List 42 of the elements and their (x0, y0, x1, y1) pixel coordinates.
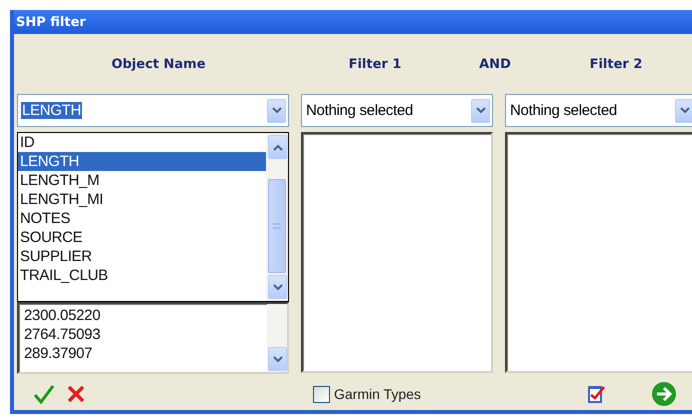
chevron-down-icon (272, 284, 282, 290)
filter-dropdown[interactable]: Nothing selected (505, 94, 692, 127)
list-item[interactable]: LENGTH_M (18, 171, 266, 190)
scroll-up-icon (272, 144, 282, 150)
list-item[interactable]: SUPPLIER (18, 247, 266, 266)
scrollbar[interactable] (266, 133, 288, 301)
chevron-down-icon (680, 107, 690, 114)
dropdown-arrow-button[interactable] (267, 98, 286, 122)
filter-list[interactable] (301, 132, 493, 373)
chevron-down-icon (272, 107, 282, 114)
close-icon[interactable] (67, 385, 85, 403)
filter-list[interactable] (505, 132, 692, 373)
checkmark-icon[interactable] (33, 383, 55, 405)
list-item[interactable]: 2300.05220 (22, 306, 267, 325)
scroll-down-button[interactable] (268, 347, 287, 371)
garmin-types-checkbox[interactable]: Garmin Types (301, 386, 501, 402)
chevron-down-icon (272, 356, 282, 362)
list-item[interactable]: 2764.75093 (22, 325, 267, 344)
dropdown-arrow-button[interactable] (675, 98, 692, 122)
window-title: SHP filter (16, 14, 86, 30)
scrollbar[interactable] (267, 304, 287, 372)
grip-icon (273, 223, 281, 229)
list-item[interactable]: SOURCE (18, 228, 266, 247)
dropdown-arrow-button[interactable] (471, 98, 490, 122)
column-heading: Object Name (111, 56, 206, 72)
column-heading: Filter 2 (590, 56, 642, 72)
list-item[interactable]: NOTES (18, 209, 266, 228)
filter-dropdown[interactable]: Nothing selected (301, 94, 493, 127)
chevron-down-icon (476, 107, 486, 114)
column-heading: AND (479, 56, 511, 72)
scroll-up-button[interactable] (268, 135, 287, 159)
list-item[interactable]: ID (18, 133, 266, 152)
object-name-dropdown[interactable]: LENGTH (17, 94, 289, 127)
list-item[interactable]: 289.37907 (22, 344, 267, 363)
scroll-down-button[interactable] (268, 275, 287, 299)
list-item[interactable]: LENGTH_MI (18, 190, 266, 209)
list-item[interactable]: TRAIL_CLUB (18, 266, 266, 285)
column-heading: Filter 1 (348, 56, 402, 72)
values-list[interactable]: 2300.05220 2764.75093 289.37907 (17, 302, 289, 374)
scroll-thumb[interactable] (268, 179, 286, 273)
list-item[interactable]: LENGTH (18, 152, 266, 171)
checklist-icon[interactable] (586, 383, 606, 405)
